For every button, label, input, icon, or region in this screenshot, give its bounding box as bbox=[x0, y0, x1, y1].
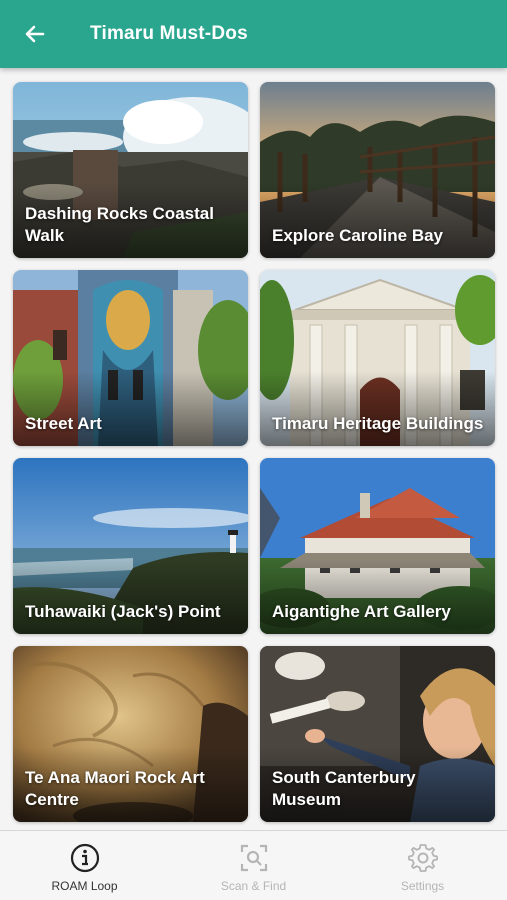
nav-label: Scan & Find bbox=[220, 879, 287, 893]
gear-icon bbox=[407, 844, 438, 872]
card-label: Timaru Heritage Buildings bbox=[272, 414, 484, 433]
page-title: Timaru Must-Dos bbox=[90, 23, 248, 44]
app-bar: Timaru Must-Dos bbox=[0, 0, 507, 68]
card-label: Explore Caroline Bay bbox=[272, 226, 444, 245]
info-circle-icon bbox=[70, 843, 99, 873]
arrow-left-icon bbox=[25, 25, 45, 43]
scan-search-icon bbox=[240, 844, 267, 872]
must-do-grid: Dashing Rocks Coastal Walk Explore Carol… bbox=[0, 68, 507, 830]
card-label: Te Ana Maori Rock Art Centre bbox=[25, 768, 205, 809]
back-button[interactable] bbox=[0, 0, 70, 68]
card-heritage-buildings[interactable]: Timaru Heritage Buildings bbox=[260, 270, 495, 446]
card-label: Aigantighe Art Gallery bbox=[272, 602, 451, 621]
card-label: Dashing Rocks Coastal Walk bbox=[25, 204, 214, 245]
card-dashing-rocks[interactable]: Dashing Rocks Coastal Walk bbox=[13, 82, 248, 258]
nav-roam-loop[interactable]: ROAM Loop bbox=[0, 831, 169, 900]
card-label: South Canterbury Museum bbox=[272, 768, 416, 809]
card-south-canterbury-museum[interactable]: South Canterbury Museum bbox=[260, 646, 495, 822]
card-caroline-bay[interactable]: Explore Caroline Bay bbox=[260, 82, 495, 258]
card-label: Street Art bbox=[25, 414, 102, 433]
bottom-nav: ROAM Loop Scan & Find Settings bbox=[0, 830, 507, 900]
card-aigantighe-gallery[interactable]: Aigantighe Art Gallery bbox=[260, 458, 495, 634]
card-street-art[interactable]: Street Art bbox=[13, 270, 248, 446]
card-te-ana-rock-art[interactable]: Te Ana Maori Rock Art Centre bbox=[13, 646, 248, 822]
card-label: Tuhawaiki (Jack's) Point bbox=[25, 602, 221, 621]
card-tuhawaiki-point[interactable]: Tuhawaiki (Jack's) Point bbox=[13, 458, 248, 634]
nav-settings[interactable]: Settings bbox=[338, 831, 507, 900]
nav-scan-find[interactable]: Scan & Find bbox=[169, 831, 338, 900]
nav-label: Settings bbox=[400, 879, 445, 893]
nav-label: ROAM Loop bbox=[51, 879, 118, 893]
